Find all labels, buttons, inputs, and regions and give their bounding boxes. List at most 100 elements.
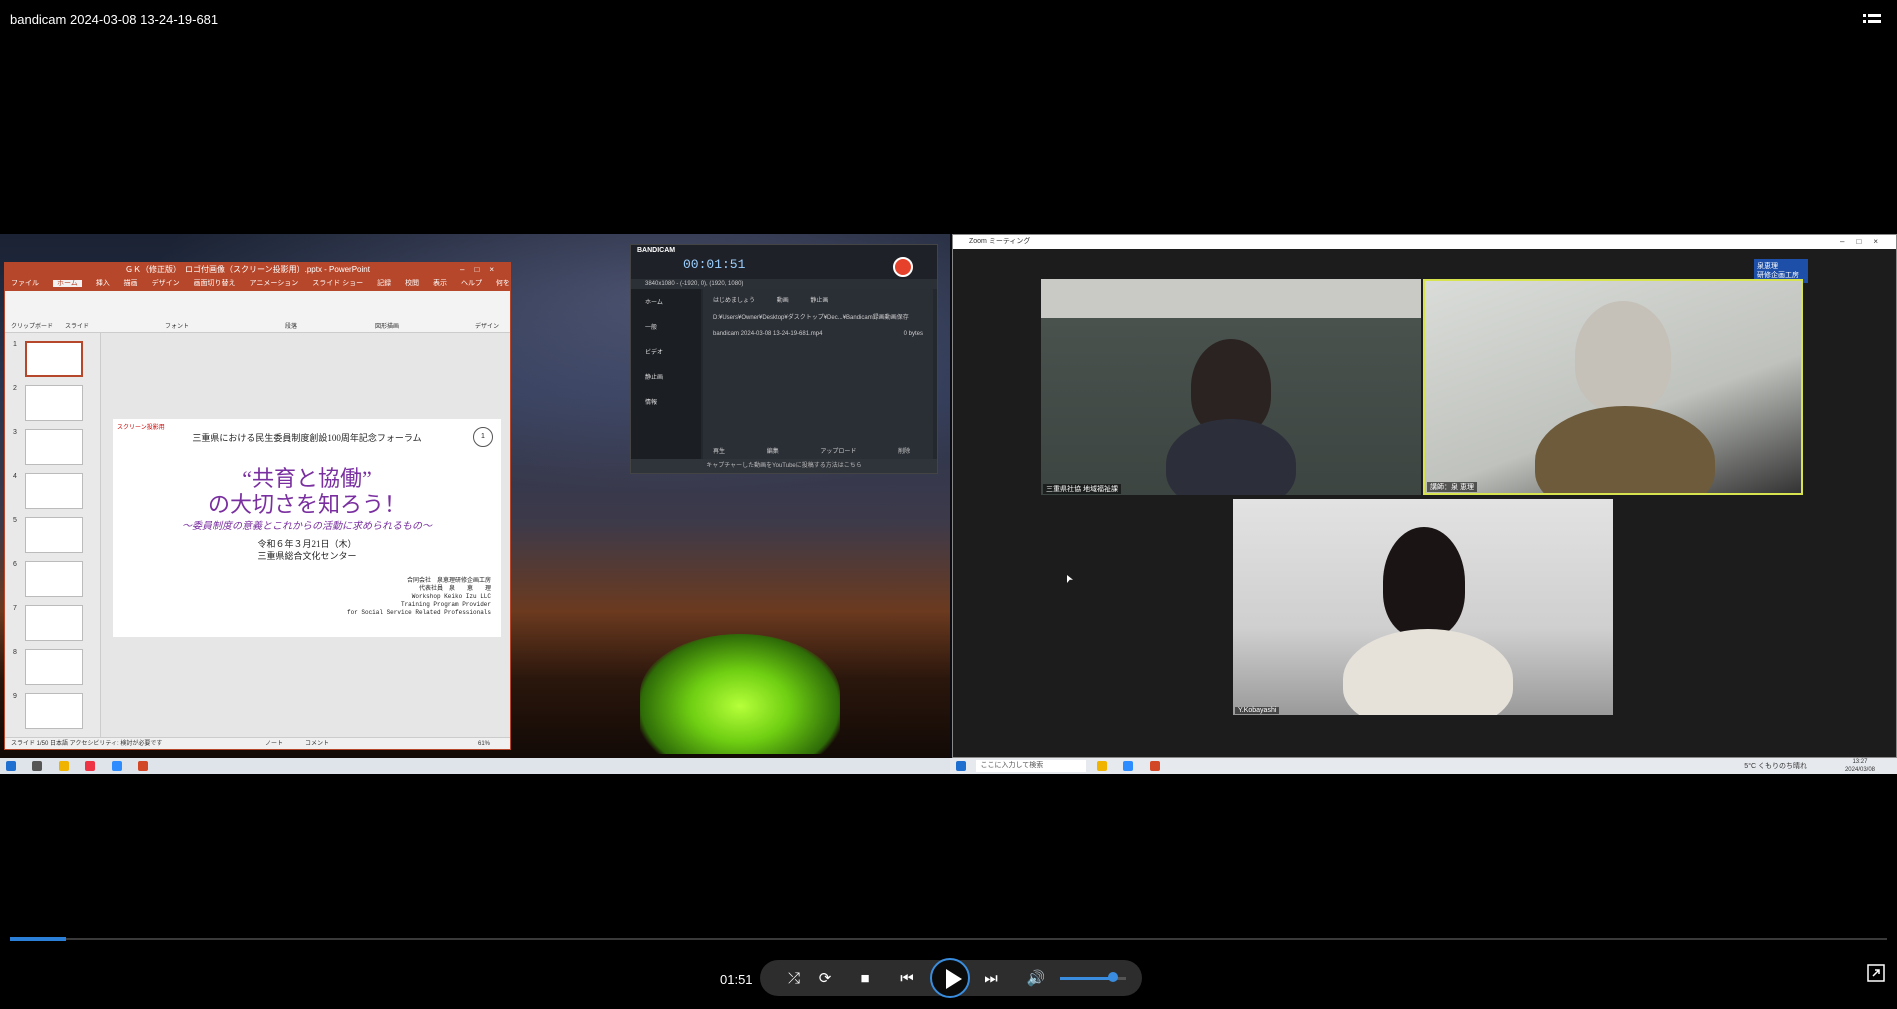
org-line: 代表社員 泉 恵 理 (418, 585, 491, 592)
ppt-status-bar: スライド 1/50 日本語 アクセシビリティ: 検討が必要です ノート コメント… (5, 737, 510, 749)
participant-name: Y.Kobayashi (1235, 707, 1280, 714)
shuffle-icon[interactable]: ⤮ (783, 968, 805, 990)
slide-subtitle: ～委員制度の意義とこれからの活動に求められるもの～ (182, 521, 432, 532)
file-row[interactable]: bandicam 2024-03-08 13-24-19-681.mp4 0 b… (703, 323, 933, 345)
slide-thumbnail[interactable] (25, 693, 83, 729)
ppt-editor: 1 2 3 4 5 6 7 8 9 スクリーン投影用 三重県における民生委員制度… (5, 333, 510, 737)
bandicam-window: BANDICAM 00:01:51 3840x1080 - (-1920, 0)… (630, 244, 938, 474)
zoom-app-icon[interactable] (1123, 761, 1134, 771)
group-clipboard: クリップボード (11, 324, 54, 330)
sidebar-item-info[interactable]: 情報 (631, 389, 701, 414)
app-icon[interactable] (85, 761, 96, 771)
tab-images[interactable]: 静止画 (810, 298, 828, 304)
record-stop-button[interactable] (893, 257, 913, 277)
powerpoint-app-icon[interactable] (138, 761, 149, 771)
upload-file-button[interactable]: アップロード (820, 449, 856, 455)
slide-thumbnail[interactable] (25, 605, 83, 641)
notes-button[interactable]: ノート (265, 738, 283, 750)
play-button[interactable] (930, 958, 970, 998)
zoom-window-buttons[interactable]: –□× (1840, 235, 1890, 249)
search-icon[interactable] (32, 761, 43, 771)
seek-bar[interactable] (10, 938, 1887, 940)
slide-thumbnail[interactable] (25, 561, 83, 597)
tab-draw[interactable]: 描画 (124, 280, 138, 287)
playlist-menu-icon[interactable] (1863, 12, 1883, 28)
mouse-cursor-icon (1067, 575, 1073, 583)
tab-review[interactable]: 校閲 (405, 280, 419, 287)
weather-widget[interactable]: 5°C くもりのち晴れ (1744, 761, 1807, 771)
file-actions: 再生 編集 アップロード 削除 (713, 446, 923, 455)
windows-start-icon[interactable] (956, 761, 966, 771)
tab-view[interactable]: 表示 (433, 280, 447, 287)
comments-button[interactable]: コメント (305, 738, 329, 750)
tab-getting-started[interactable]: はじめましょう (713, 298, 755, 304)
participant-name: 三重県社協 地域福祉課 (1043, 484, 1121, 494)
taskbar-clock[interactable]: 13:27 2024/03/08 (1845, 758, 1875, 774)
volume-icon[interactable]: 🔊 (1025, 968, 1047, 990)
zoom-level[interactable]: 61% (478, 738, 490, 750)
status-text: スライド 1/50 日本語 アクセシビリティ: 検討が必要です (11, 741, 163, 747)
participant-video-tile-active[interactable]: 講師：泉 恵理 (1423, 279, 1803, 495)
zoom-title: Zoom ミーティング (969, 238, 1031, 245)
tab-transitions[interactable]: 画面切り替え (194, 280, 236, 287)
stop-icon[interactable]: ■ (854, 968, 876, 990)
ppt-window-buttons[interactable]: –□× (460, 263, 504, 277)
participant-video-tile[interactable]: 三重県社協 地域福祉課 (1041, 279, 1421, 495)
thumb-number: 8 (13, 649, 17, 656)
sidebar-item-home[interactable]: ホーム (631, 289, 701, 314)
slide-title-line2: の大切さを知ろう！ (207, 492, 406, 517)
windows-start-icon[interactable] (6, 761, 16, 771)
current-slide[interactable]: スクリーン投影用 三重県における民生委員制度創設100周年記念フォーラム 1 “… (113, 419, 501, 637)
tab-animations[interactable]: アニメーション (250, 280, 299, 287)
file-explorer-icon[interactable] (1096, 761, 1107, 771)
thumb-number: 6 (13, 561, 17, 568)
slide-thumbnail[interactable] (25, 517, 83, 553)
tab-home[interactable]: ホーム (52, 280, 82, 287)
tab-file[interactable]: ファイル (11, 280, 39, 287)
capture-resolution: 3840x1080 - (-1920, 0), (1920, 1080) (631, 279, 937, 289)
participant-body (1166, 419, 1296, 495)
tab-help[interactable]: ヘルプ (461, 280, 482, 287)
file-name: bandicam 2024-03-08 13-24-19-681.mp4 (713, 331, 823, 337)
repeat-icon[interactable]: ⟳ (814, 968, 836, 990)
powerpoint-app-icon[interactable] (1149, 761, 1160, 771)
zoom-app-icon[interactable] (111, 761, 122, 771)
slide-thumbnail-pane[interactable]: 1 2 3 4 5 6 7 8 9 (5, 333, 101, 737)
right-taskbar: ここに入力して検索 5°C くもりのち晴れ 13:27 2024/03/08 (950, 758, 1897, 774)
video-frame[interactable]: ＧＫ（修正版） ロゴ付画像（スクリーン投影用）.pptx - PowerPoin… (0, 234, 1897, 774)
ppt-ribbon: クリップボード スライド フォント 段落 図形描画 デザイン (5, 291, 510, 333)
zoom-titlebar: Zoom ミーティング –□× (953, 235, 1896, 249)
bandicam-footer-link[interactable]: キャプチャーした動画をYouTubeに投稿する方法はこちら (631, 459, 937, 473)
taskbar-search-box[interactable]: ここに入力して検索 (976, 760, 1087, 772)
tab-record[interactable]: 記録 (377, 280, 391, 287)
slide-thumbnail[interactable] (25, 341, 83, 377)
slide-thumbnail[interactable] (25, 385, 83, 421)
slide-forum-title: 三重県における民生委員制度創設100周年記念フォーラム (192, 433, 422, 443)
sidebar-item-image[interactable]: 静止画 (631, 364, 701, 389)
slide-thumbnail[interactable] (25, 429, 83, 465)
current-time: 01:51 (720, 972, 753, 987)
bandicam-sidebar: ホーム 一般 ビデオ 静止画 情報 BANDICUT (631, 289, 701, 473)
tab-slideshow[interactable]: スライド ショー (312, 280, 363, 287)
delete-file-button[interactable]: 削除 (898, 449, 910, 455)
slide-thumbnail[interactable] (25, 649, 83, 685)
slide-thumbnail[interactable] (25, 473, 83, 509)
fullscreen-expand-icon[interactable] (1867, 964, 1885, 982)
org-line: Workshop Keiko Izu LLC (411, 593, 491, 600)
slide-venue: 三重県総合文化センター (257, 551, 357, 561)
next-icon[interactable]: ⏭ (980, 968, 1002, 990)
video-title: bandicam 2024-03-08 13-24-19-681 (10, 12, 219, 27)
tab-insert[interactable]: 挿入 (96, 280, 110, 287)
edit-file-button[interactable]: 編集 (767, 449, 779, 455)
file-explorer-icon[interactable] (58, 761, 69, 771)
participant-video-tile[interactable]: Y.Kobayashi (1233, 499, 1613, 715)
volume-slider-thumb[interactable] (1107, 972, 1118, 982)
sidebar-item-general[interactable]: 一般 (631, 314, 701, 339)
tab-design[interactable]: デザイン (152, 280, 180, 287)
output-path: D:¥Users¥Owner¥Desktop¥ダスクトップ¥Dec...¥Ban… (713, 315, 909, 321)
sidebar-item-video[interactable]: ビデオ (631, 339, 701, 364)
tab-videos[interactable]: 動画 (777, 298, 789, 304)
previous-icon[interactable]: ⏮ (896, 968, 918, 990)
thumb-number: 5 (13, 517, 17, 524)
play-file-button[interactable]: 再生 (713, 449, 725, 455)
